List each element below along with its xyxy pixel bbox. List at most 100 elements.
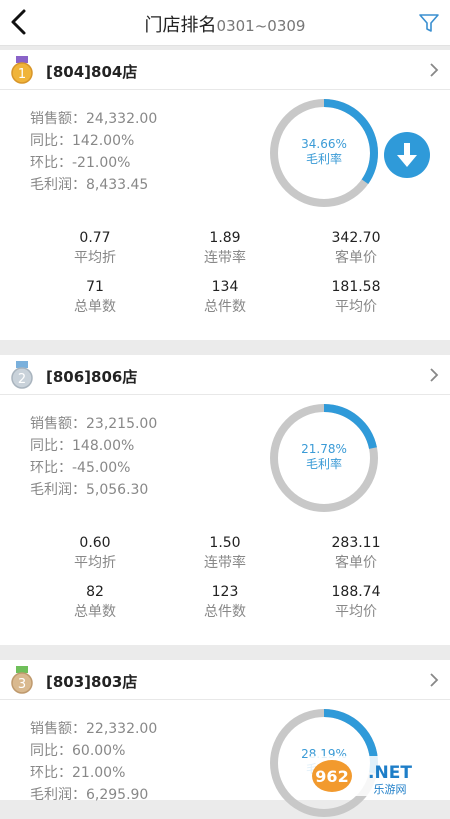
store-card-header[interactable]: 1 [804]804店 (0, 50, 450, 90)
total-orders-value: 82 (86, 584, 104, 600)
site-watermark-logo: 962 .NET 乐游网 (306, 756, 448, 796)
svg-text:乐游网: 乐游网 (374, 783, 407, 796)
avg-discount-value: 0.77 (79, 230, 111, 246)
sales-label: 销售额： (30, 111, 86, 127)
store-stats: 销售额：24,332.00 同比：142.00% 环比：-21.00% 毛利润：… (30, 108, 157, 196)
gross-margin-value: 21.78% (301, 442, 347, 456)
avg-ticket-value: 342.70 (331, 230, 381, 246)
sales-value: 24,332.00 (86, 111, 158, 127)
mom-value: 21.00% (72, 765, 126, 781)
avg-discount-value: 0.60 (79, 535, 111, 551)
sales-value: 22,332.00 (86, 721, 158, 737)
total-orders-label: 总单数 (74, 604, 116, 620)
medal-rank: 3 (18, 677, 26, 692)
bronze-medal-icon: 3 (11, 666, 33, 694)
mom-row: 环比：-45.00% (30, 457, 157, 479)
page-title-text: 门店排名 (144, 15, 217, 36)
gross-margin-text: 34.66% 毛利率 (268, 137, 380, 167)
chevron-right-icon[interactable] (428, 62, 440, 78)
sales-row: 销售额：24,332.00 (30, 108, 157, 130)
gross-margin-label: 毛利率 (305, 152, 342, 166)
store-stats: 销售额：22,332.00 同比：60.00% 环比：21.00% 毛利润：6,… (30, 718, 157, 806)
total-orders-metric: 82 总单数 (35, 582, 155, 622)
gold-medal-icon: 1 (11, 56, 33, 84)
store-card-header[interactable]: 3 [803]803店 (0, 660, 450, 700)
date-range: 0301~0309 (216, 17, 306, 35)
avg-price-metric: 181.58 平均价 (296, 277, 416, 317)
filter-icon[interactable] (418, 12, 440, 34)
avg-ticket-value: 283.11 (331, 535, 381, 551)
yoy-value: 148.00% (72, 438, 135, 454)
total-items-label: 总件数 (204, 299, 246, 315)
total-orders-metric: 71 总单数 (35, 277, 155, 317)
yoy-row: 同比：60.00% (30, 740, 157, 762)
chevron-right-icon[interactable] (428, 672, 440, 688)
attach-rate-value: 1.89 (209, 230, 241, 246)
download-button[interactable] (384, 132, 430, 178)
avg-price-label: 平均价 (335, 604, 377, 620)
sales-label: 销售额： (30, 721, 86, 737)
avg-ticket-metric: 342.70 客单价 (296, 228, 416, 268)
yoy-row: 同比：142.00% (30, 130, 157, 152)
chevron-right-icon[interactable] (428, 367, 440, 383)
mom-label: 环比： (30, 460, 72, 476)
yoy-label: 同比： (30, 743, 72, 759)
sales-value: 23,215.00 (86, 416, 158, 432)
mom-row: 环比：21.00% (30, 762, 157, 784)
sales-row: 销售额：22,332.00 (30, 718, 157, 740)
page-title: 门店排名0301~0309 (0, 11, 450, 37)
store-card-header[interactable]: 2 [806]806店 (0, 355, 450, 395)
mom-label: 环比： (30, 765, 72, 781)
gross-margin-label: 毛利率 (305, 457, 342, 471)
avg-discount-metric: 0.77 平均折 (35, 228, 155, 268)
avg-discount-metric: 0.60 平均折 (35, 533, 155, 573)
attach-rate-label: 连带率 (204, 250, 246, 266)
store-name: [806]806店 (46, 368, 138, 386)
download-arrow-icon (397, 143, 417, 167)
attach-rate-metric: 1.89 连带率 (165, 228, 285, 268)
yoy-value: 60.00% (72, 743, 126, 759)
top-bar: 门店排名0301~0309 (0, 0, 450, 46)
yoy-label: 同比： (30, 438, 72, 454)
total-items-metric: 123 总件数 (165, 582, 285, 622)
mom-label: 环比： (30, 155, 72, 171)
store-stats: 销售额：23,215.00 同比：148.00% 环比：-45.00% 毛利润：… (30, 413, 157, 501)
avg-discount-label: 平均折 (74, 250, 116, 266)
avg-price-metric: 188.74 平均价 (296, 582, 416, 622)
profit-label: 毛利润： (30, 787, 86, 803)
avg-ticket-label: 客单价 (335, 250, 377, 266)
svg-text:962: 962 (315, 767, 348, 786)
profit-row: 毛利润：5,056.30 (30, 479, 157, 501)
yoy-value: 142.00% (72, 133, 135, 149)
svg-text:.NET: .NET (368, 763, 412, 783)
yoy-label: 同比： (30, 133, 72, 149)
mom-value: -21.00% (72, 155, 131, 171)
total-items-value: 134 (211, 279, 239, 295)
profit-value: 8,433.45 (86, 177, 149, 193)
total-items-value: 123 (211, 584, 239, 600)
total-items-metric: 134 总件数 (165, 277, 285, 317)
total-items-label: 总件数 (204, 604, 246, 620)
profit-value: 6,295.90 (86, 787, 149, 803)
attach-rate-value: 1.50 (209, 535, 241, 551)
avg-price-value: 181.58 (331, 279, 381, 295)
store-name: [804]804店 (46, 63, 138, 81)
avg-ticket-metric: 283.11 客单价 (296, 533, 416, 573)
total-orders-label: 总单数 (74, 299, 116, 315)
total-orders-value: 71 (86, 279, 104, 295)
avg-price-label: 平均价 (335, 299, 377, 315)
profit-value: 5,056.30 (86, 482, 149, 498)
medal-rank: 2 (18, 372, 26, 387)
sales-label: 销售额： (30, 416, 86, 432)
profit-label: 毛利润： (30, 177, 86, 193)
sales-row: 销售额：23,215.00 (30, 413, 157, 435)
mom-row: 环比：-21.00% (30, 152, 157, 174)
profit-row: 毛利润：6,295.90 (30, 784, 157, 806)
store-card[interactable]: 2 [806]806店 销售额：23,215.00 同比：148.00% 环比：… (0, 355, 450, 645)
avg-price-value: 188.74 (331, 584, 381, 600)
profit-label: 毛利润： (30, 482, 86, 498)
store-card[interactable]: 1 [804]804店 销售额：24,332.00 同比：142.00% 环比：… (0, 50, 450, 340)
profit-row: 毛利润：8,433.45 (30, 174, 157, 196)
silver-medal-icon: 2 (11, 361, 33, 389)
gross-margin-text: 21.78% 毛利率 (268, 442, 380, 472)
